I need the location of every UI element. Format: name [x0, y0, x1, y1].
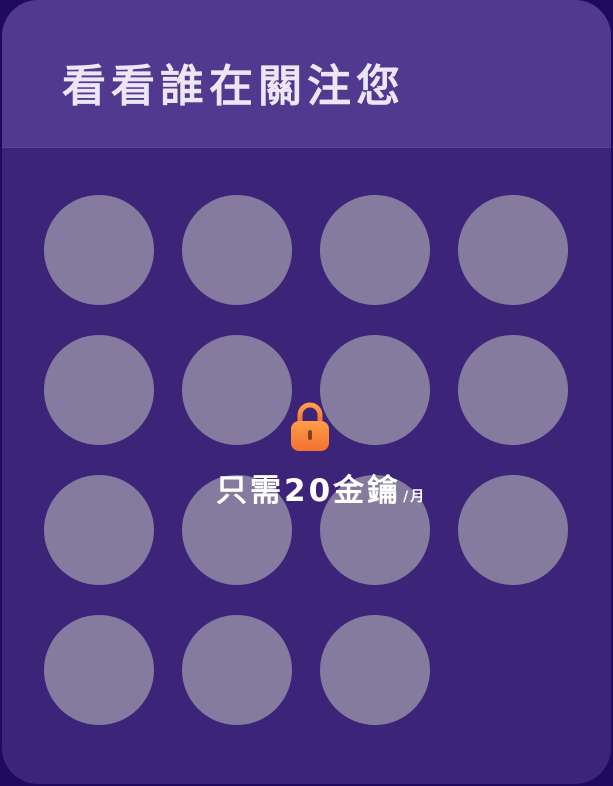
price-label: 只需20金鑰/月	[216, 470, 426, 512]
avatar-placeholder	[182, 335, 292, 445]
avatar-placeholder	[44, 475, 154, 585]
avatar-placeholder	[320, 615, 430, 725]
avatar-placeholder	[320, 195, 430, 305]
avatar-placeholder	[458, 195, 568, 305]
page-title: 看看誰在關注您	[62, 61, 405, 112]
avatar-placeholder	[458, 475, 568, 585]
card-header: 看看誰在關注您	[2, 0, 611, 148]
avatar-placeholder	[44, 195, 154, 305]
avatar-placeholder	[458, 335, 568, 445]
price-unit: /月	[403, 489, 427, 505]
avatar-placeholder	[44, 615, 154, 725]
avatar-placeholder	[182, 195, 292, 305]
price-amount: 只需20金鑰	[216, 473, 402, 509]
avatar-placeholder	[182, 615, 292, 725]
lock-icon	[289, 402, 331, 452]
follower-card: 看看誰在關注您 只需20金鑰 /月	[2, 0, 611, 784]
avatar-placeholder	[44, 335, 154, 445]
avatar-placeholder	[320, 335, 430, 445]
